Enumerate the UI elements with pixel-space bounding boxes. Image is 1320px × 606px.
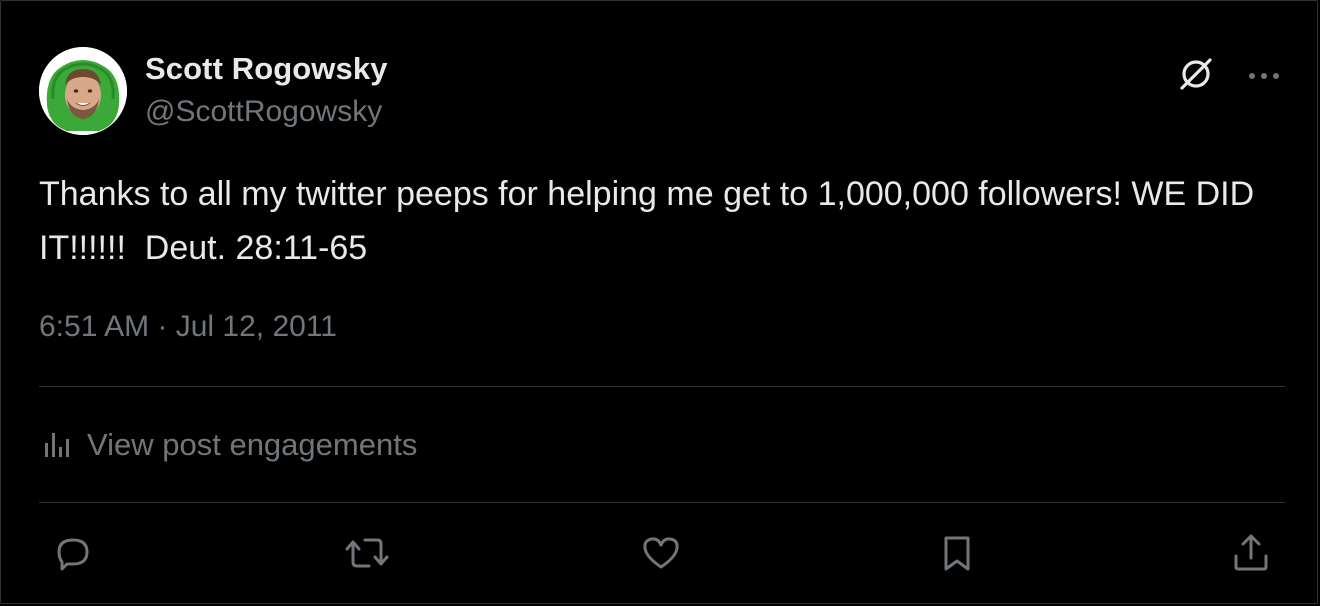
repost-icon (343, 530, 391, 581)
post-card: Scott Rogowsky @ScottRogowsky Thanks to … (0, 0, 1318, 604)
view-engagements-link[interactable]: View post engagements (39, 425, 417, 465)
reply-icon (50, 530, 96, 581)
divider-bottom (39, 502, 1285, 503)
view-engagements-label: View post engagements (87, 427, 418, 462)
analytics-icon (39, 425, 75, 466)
post-text: Thanks to all my twitter peeps for helpi… (39, 175, 1264, 267)
repost-button[interactable] (343, 531, 391, 579)
more-options-button[interactable] (1241, 57, 1287, 97)
grok-button[interactable] (1173, 53, 1219, 99)
post-timestamp[interactable]: 6:51 AM · Jul 12, 2011 (39, 310, 337, 344)
divider-top (39, 386, 1285, 387)
share-icon (1228, 530, 1274, 581)
avatar[interactable] (39, 47, 127, 135)
share-button[interactable] (1227, 531, 1275, 579)
heart-icon (638, 530, 684, 581)
author-name[interactable]: Scott Rogowsky (145, 51, 388, 87)
author-handle[interactable]: @ScottRogowsky (145, 95, 382, 129)
more-icon (1247, 68, 1281, 86)
bookmark-icon (934, 530, 980, 581)
grok-icon (1176, 54, 1216, 99)
reply-button[interactable] (49, 531, 97, 579)
like-button[interactable] (637, 531, 685, 579)
bookmark-button[interactable] (933, 531, 981, 579)
